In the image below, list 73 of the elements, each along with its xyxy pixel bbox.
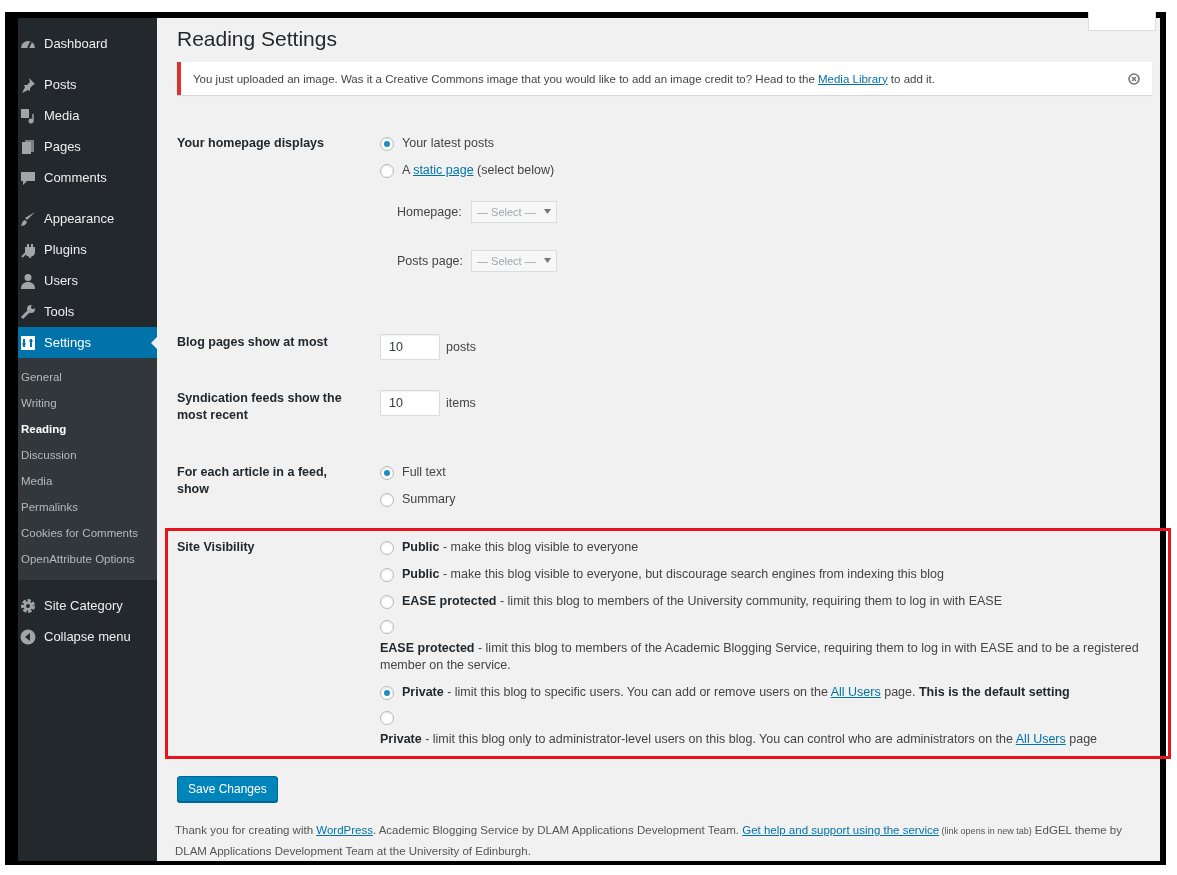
field-suffix: items — [446, 396, 476, 410]
footer-text: Thank you for creating with WordPress. Academic Blogging Service by DLAM Applications Development Team. Get help and support using the service (link opens in new tab) EdGEL theme by DLAM Applications Development Team at the University of Edinburgh. — [175, 823, 1122, 859]
menu-item[interactable]: Plugins — [18, 234, 157, 265]
menu-item[interactable]: Posts — [18, 69, 157, 100]
menu-item[interactable]: Media — [18, 100, 157, 131]
field-label: Your homepage displays — [177, 135, 326, 152]
radio-button[interactable] — [380, 567, 394, 582]
user-icon — [20, 272, 36, 289]
page-title: Reading Settings — [177, 26, 338, 52]
option-label: EASE protected - limit this blog to members of the Academic Blogging Service, requiring them to log in with EASE and to be a registered member on the service. — [380, 640, 1140, 674]
radio-button[interactable] — [380, 163, 394, 178]
field-label: For each article in a feed, show — [177, 464, 329, 498]
radio-button[interactable] — [380, 492, 394, 507]
menu-item[interactable]: Settings — [18, 327, 157, 358]
menu-item[interactable]: Tools — [18, 296, 157, 327]
save-button[interactable]: Save Changes — [177, 776, 278, 802]
media-icon — [20, 107, 36, 124]
submenu-item[interactable]: Reading — [18, 416, 157, 442]
menu-item[interactable]: Site Category — [18, 590, 157, 621]
brush-icon — [20, 210, 36, 227]
link[interactable]: WordPress — [316, 824, 373, 836]
close-icon[interactable] — [1128, 72, 1140, 85]
comment-icon — [20, 169, 36, 186]
caret-icon — [544, 258, 551, 263]
link[interactable]: All Users — [1015, 732, 1066, 746]
number-field[interactable]: 10 — [380, 334, 440, 360]
link[interactable]: All Users — [830, 685, 881, 699]
submenu-item[interactable]: Media — [18, 468, 157, 494]
pages-icon — [20, 138, 36, 155]
radio-button[interactable] — [380, 620, 394, 634]
menu-item[interactable]: Dashboard — [18, 28, 157, 59]
plug-icon — [20, 241, 36, 258]
radio-button[interactable] — [380, 136, 394, 151]
link[interactable]: Media Library — [818, 72, 888, 85]
radio-button[interactable] — [380, 594, 394, 609]
link[interactable]: static page — [413, 163, 474, 177]
number-field[interactable]: 10 — [380, 390, 440, 416]
menu-item[interactable]: Appearance — [18, 203, 157, 234]
field-label: Site Visibility — [177, 539, 256, 556]
option-label: EASE protected - limit this blog to members of the University community, requiring them to log in with EASE — [402, 593, 1002, 610]
field-suffix: posts — [446, 340, 476, 354]
submenu-item[interactable]: General — [18, 364, 157, 390]
option-label: Full text — [402, 464, 446, 481]
radio-button[interactable] — [380, 711, 394, 725]
help-tab[interactable] — [1088, 12, 1156, 31]
select-label: Posts page: — [397, 253, 464, 268]
radio-button[interactable] — [380, 465, 394, 480]
radio-button[interactable] — [380, 540, 394, 555]
option-label: Summary — [402, 491, 456, 508]
submenu-item[interactable]: OpenAttribute Options — [18, 546, 157, 572]
submenu-item[interactable]: Discussion — [18, 442, 157, 468]
field-label: Blog pages show at most — [177, 334, 329, 351]
option-label: Private - limit this blog only to administrator-level users on this blog. You can control who are administrators on the All Users page — [380, 731, 1098, 748]
option-label: Public - make this blog visible to everyone — [402, 539, 639, 556]
select-label: Homepage: — [397, 204, 463, 219]
submenu-item[interactable]: Cookies for Comments — [18, 520, 157, 546]
menu-item[interactable]: Users — [18, 265, 157, 296]
menu-item[interactable]: Pages — [18, 131, 157, 162]
caret-icon — [544, 209, 551, 214]
field-label: Syndication feeds show the most recent — [177, 390, 343, 424]
option-label: Your latest posts — [402, 135, 494, 152]
menu-item[interactable]: Comments — [18, 162, 157, 193]
radio-button[interactable] — [380, 685, 394, 700]
submenu-item[interactable]: Permalinks — [18, 494, 157, 520]
link[interactable]: Get help and support using the service — [742, 824, 940, 836]
option-label: Private - limit this blog to specific users. You can add or remove users on the All Users page. This is the default setting — [402, 684, 1070, 701]
option-label: Public - make this blog visible to everyone, but discourage search engines from indexing this blog — [402, 566, 944, 583]
notice-text: You just uploaded an image. Was it a Creative Commons image that you would like to add an image credit to? Head to the Media Library to add it. — [193, 72, 935, 85]
menu-item[interactable]: Collapse menu — [18, 621, 157, 652]
option-label: A static page (select below) — [402, 162, 555, 179]
settings-icon — [20, 334, 36, 351]
pin-icon — [20, 76, 36, 93]
submenu-item[interactable]: Writing — [18, 390, 157, 416]
